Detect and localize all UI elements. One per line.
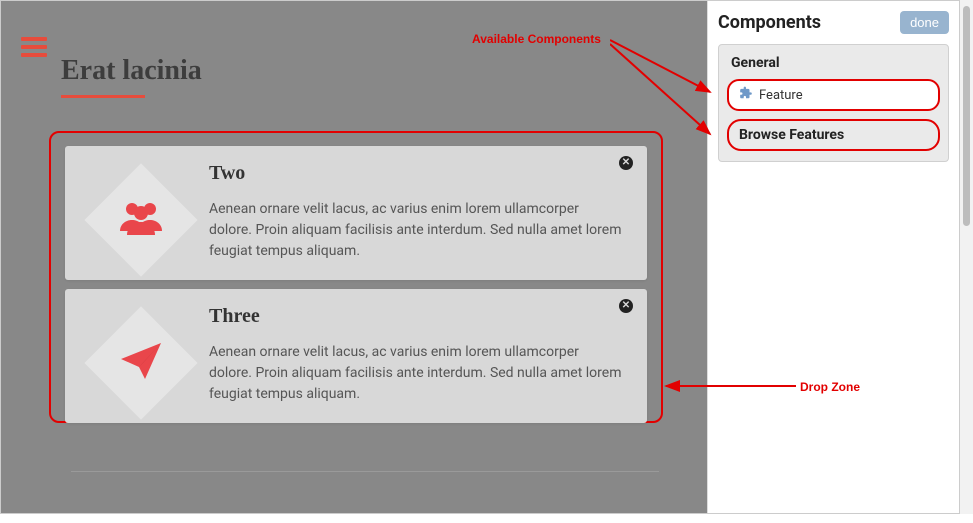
done-button[interactable]: done — [900, 11, 949, 34]
paper-plane-icon — [121, 343, 161, 383]
component-item-feature[interactable]: Feature — [727, 79, 940, 111]
card-icon-diamond — [84, 306, 197, 419]
browse-features-button[interactable]: Browse Features — [727, 119, 940, 151]
panel-header: Components done — [718, 11, 949, 34]
close-icon[interactable]: ✕ — [619, 156, 633, 170]
category-title: General — [731, 55, 940, 71]
card-text: Aenean ornare velit lacus, ac varius eni… — [209, 199, 625, 262]
title-underline — [61, 95, 145, 98]
page-title: Erat lacinia — [61, 55, 202, 87]
preview-pane: Erat lacinia ✕ — [1, 1, 707, 513]
users-icon — [120, 201, 162, 239]
divider — [71, 471, 659, 472]
scrollbar[interactable] — [960, 0, 973, 514]
app-frame: Erat lacinia ✕ — [0, 0, 960, 514]
close-icon[interactable]: ✕ — [619, 299, 633, 313]
puzzle-icon — [739, 86, 753, 104]
card-body: Two Aenean ornare velit lacus, ac varius… — [209, 162, 625, 262]
category-box: General Feature Browse Features — [718, 44, 949, 162]
card-text: Aenean ornare velit lacus, ac varius eni… — [209, 342, 625, 405]
panel-title: Components — [718, 12, 821, 33]
scrollbar-thumb[interactable] — [963, 6, 970, 226]
components-panel: Components done General Feature Browse F… — [707, 1, 959, 513]
feature-card[interactable]: ✕ Two A — [65, 146, 647, 280]
feature-card[interactable]: ✕ Three Aenean ornare velit lacus, ac va… — [65, 289, 647, 423]
component-item-label: Feature — [759, 88, 803, 103]
card-title: Two — [209, 162, 625, 185]
hamburger-icon[interactable] — [21, 37, 47, 57]
card-body: Three Aenean ornare velit lacus, ac vari… — [209, 305, 625, 405]
card-icon-diamond — [84, 163, 197, 276]
card-title: Three — [209, 305, 625, 328]
